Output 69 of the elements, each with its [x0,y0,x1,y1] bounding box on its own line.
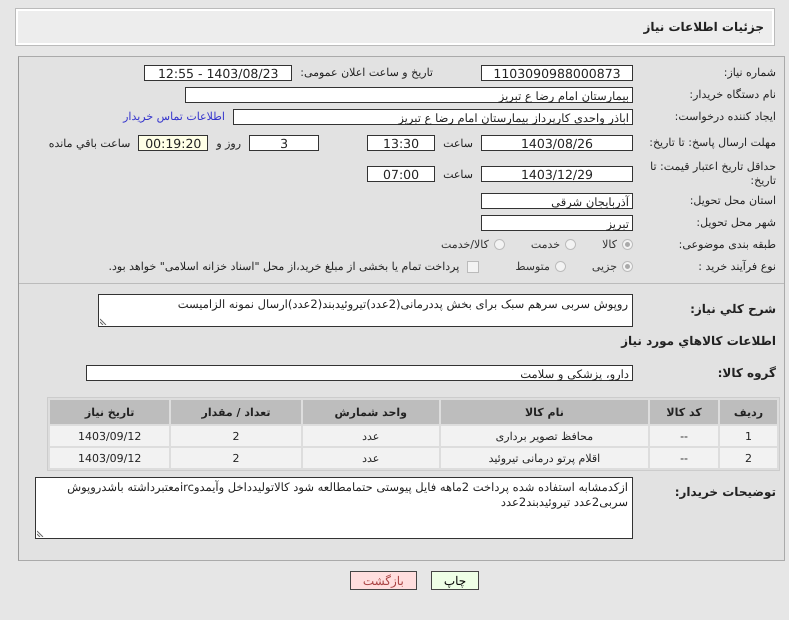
time-field: 13:30 [367,135,436,151]
column-header: تاریخ نیاز [50,400,170,424]
field-label: طبقه بندی موضوعی: [678,238,777,252]
page-title: جزئیات اطلاعات نیاز [643,20,764,34]
table-cell: 1 [720,426,777,446]
time-field: 07:00 [367,166,436,182]
goods-group-field: دارو، پزشکی و سلامت [86,364,633,380]
table-cell: -- [650,448,718,468]
date-field: 1403/08/26 [481,135,633,151]
time-label: ساعت [443,168,473,180]
action-button[interactable]: چاپ [430,571,480,590]
table-cell: محافظ تصویر برداری [440,426,648,446]
field-label: شرح کلي نياز: [689,301,777,316]
field-label: نام دستگاه خریدار: [688,88,777,102]
category-radio[interactable]: خدمت [530,238,576,251]
days-field: 3 [249,135,320,151]
category-radio[interactable]: کالا [602,238,633,251]
buyer-field: بیمارستان امام رضا ع تبریز [185,86,633,102]
field-label: مهلت ارسال پاسخ: تا تاریخ: [648,136,777,150]
column-header: نام کالا [440,400,648,424]
checkbox[interactable] [467,260,480,272]
column-header: تعداد / مقدار [171,400,301,424]
process-radio[interactable]: متوسط [515,260,566,273]
radio-icon[interactable] [565,239,576,250]
radio-icon[interactable] [554,261,566,272]
field-label: استان محل تحویل: [688,194,777,208]
days-label: روز و [216,136,242,150]
field-label: گروه کالا: [716,366,777,380]
field-label: حداقل تاریخ اعتبار قیمت: تا تاریخ: [649,160,777,188]
column-header: ردیف [720,400,777,424]
radio-icon[interactable] [494,239,505,250]
table-cell: 1403/09/12 [50,448,170,468]
date-field: 1403/12/29 [481,166,633,182]
description-field: روپوش سربی سرهم سبک برای بخش پددرمانی(2عدد)تیروئیدبند(2عدد)ارسال نمونه الزامیست [98,294,633,327]
treasury-note: پرداخت تمام یا بخشی از مبلغ خرید،از محل "اسناد خزانه اسلامی" خواهد بود. [108,260,460,273]
buyer-notes-field: ازکدمشابه استفاده شده پرداخت 2ماهه فایل پیوستی حتمامطالعه شود کالاتولیدداخل وآیمدوircمعتبرداشته باشدروپوش سربی2عدد تیروئیدبند2عدد [35,477,633,539]
creator-field: اباذر واحدی کارپرداز بیمارستان امام رضا ع تبریز [233,108,633,124]
table-cell: 2 [720,448,777,468]
buyer-contact-link[interactable]: اطلاعات تماس خریدار [123,110,225,123]
column-header: کد کالا [650,400,718,424]
process-radio[interactable]: جزیی [592,260,633,273]
remaining-label: ساعت باقي مانده [48,136,130,150]
field-label: نوع فرآیند خرید : [697,260,777,274]
need-number-field: 1103090988000873 [481,64,633,80]
table-cell: 2 [171,426,301,446]
column-header: واحد شمارش [302,400,439,424]
table-cell: اقلام پرتو درمانی تیروئید [440,448,648,468]
resize-grip-icon[interactable] [37,529,45,537]
table-cell: عدد [302,426,439,446]
field-label: شماره نیاز: [722,66,777,80]
field-label: توضیحات خریدار: [674,484,777,499]
radio-icon[interactable] [622,261,633,272]
province-field: آذربایجان شرقی [481,192,633,208]
category-radio[interactable]: کالا/خدمت [441,238,505,251]
table-cell: 2 [171,448,301,468]
remaining-time-field: 00:19:20 [138,135,208,151]
resize-grip-icon[interactable] [100,317,108,325]
city-field: تبریز [481,214,633,230]
table-cell: -- [650,426,718,446]
section-heading: اطلاعات کالاهاي مورد نياز [621,333,777,350]
action-button[interactable]: بازگشت [350,571,417,590]
field-label: شهر محل تحویل: [695,216,777,230]
announce-date-field: 1403/08/23 - 12:55 [144,64,292,80]
field-label: ایجاد کننده درخواست: [674,110,777,124]
table-cell: عدد [302,448,439,468]
time-label: ساعت [443,136,473,150]
field-label: تاریخ و ساعت اعلان عمومی: [300,66,433,79]
table-cell: 1403/09/12 [50,426,170,446]
radio-icon[interactable] [622,239,633,250]
